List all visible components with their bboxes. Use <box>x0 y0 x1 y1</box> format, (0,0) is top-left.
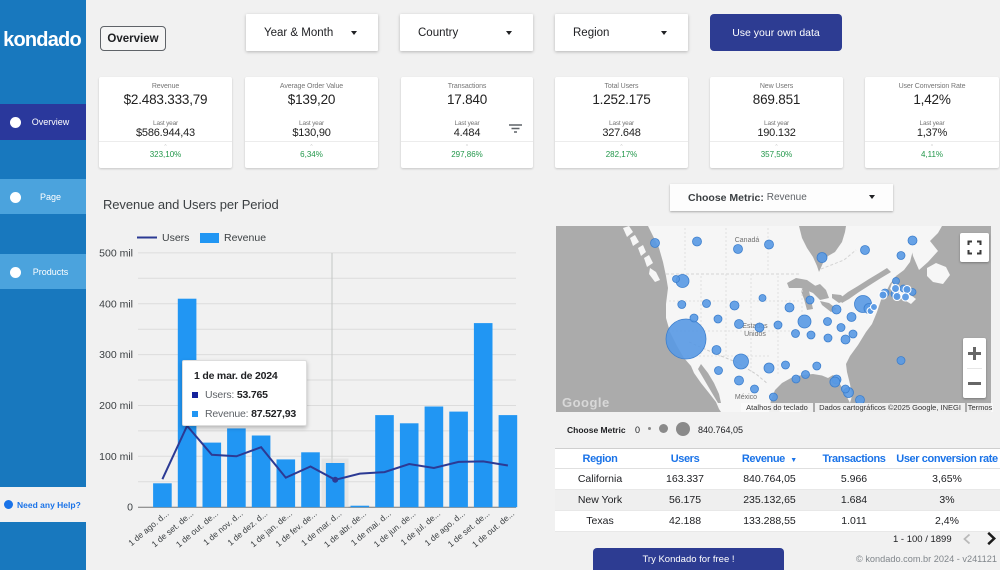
svg-text:Canadá: Canadá <box>735 237 760 244</box>
svg-text:Unidos: Unidos <box>744 331 766 338</box>
svg-text:0: 0 <box>127 502 133 514</box>
svg-text:100 mil: 100 mil <box>99 451 133 463</box>
svg-text:200 mil: 200 mil <box>99 400 133 412</box>
svg-text:México: México <box>735 394 757 401</box>
svg-text:500 mil: 500 mil <box>99 247 133 259</box>
svg-text:400 mil: 400 mil <box>99 298 133 310</box>
svg-text:Revenue: Revenue <box>224 232 266 244</box>
svg-text:Users: Users <box>162 232 189 244</box>
svg-text:300 mil: 300 mil <box>99 349 133 361</box>
